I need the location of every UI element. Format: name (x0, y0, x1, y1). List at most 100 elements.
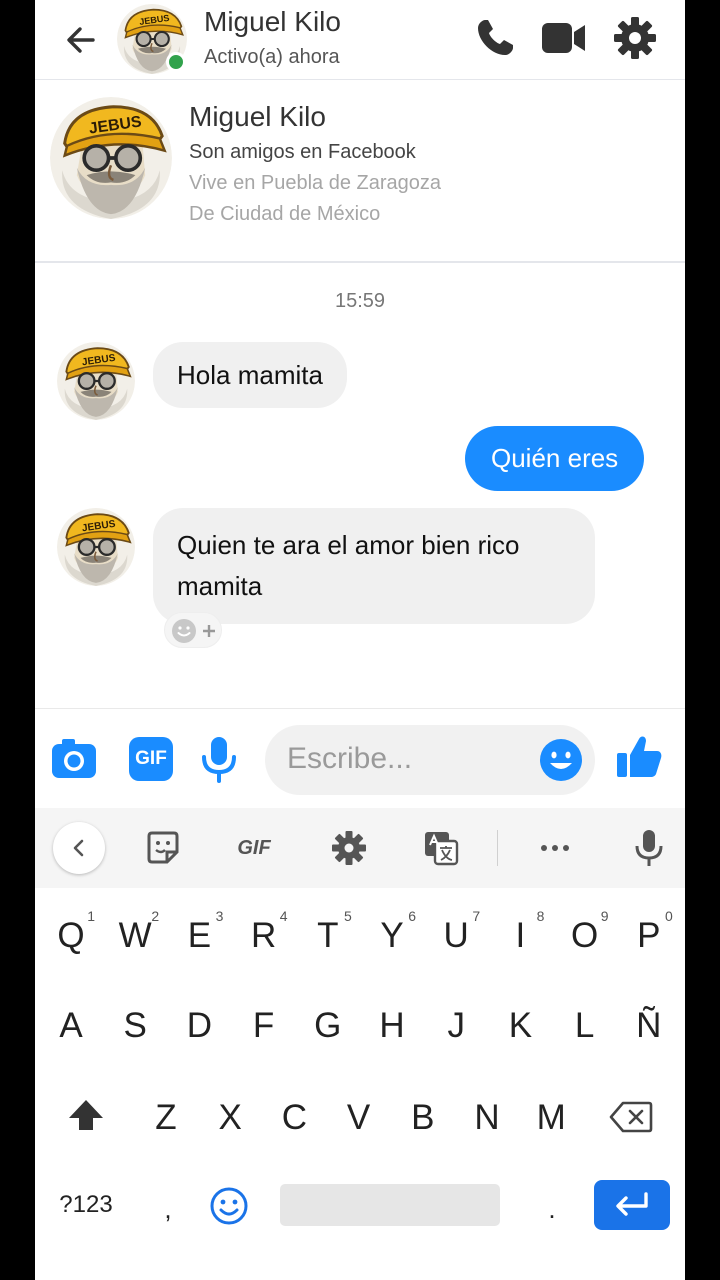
key-label: U (443, 916, 469, 955)
key-label: T (317, 916, 339, 955)
add-reaction-button[interactable] (164, 612, 222, 648)
key-n[interactable]: N (455, 1078, 519, 1158)
key-z[interactable]: Z (134, 1078, 198, 1158)
shift-icon[interactable] (65, 1096, 107, 1136)
incoming-message[interactable]: Hola mamita (153, 342, 347, 408)
translate-icon[interactable] (421, 828, 461, 868)
key-e[interactable]: E3 (167, 896, 231, 976)
key-q[interactable]: Q1 (39, 896, 103, 976)
contact-status: Activo(a) ahora (204, 46, 340, 68)
key-label: P (637, 916, 661, 955)
profile-card: JEBUS Miguel Kilo Son amigos en Facebook… (35, 81, 685, 263)
profile-from: De Ciudad de México (189, 203, 381, 225)
gif-icon[interactable]: GIF (129, 737, 173, 781)
microphone-icon[interactable] (195, 735, 243, 783)
key-label: I (515, 916, 526, 955)
profile-avatar[interactable]: JEBUS (50, 97, 172, 219)
message-input[interactable] (287, 739, 527, 779)
key-k[interactable]: K (488, 986, 552, 1066)
key-l[interactable]: L (553, 986, 617, 1066)
messenger-screen: JEBUS Miguel Kilo Activo(a) ahora JEBUS … (35, 0, 685, 1280)
key-w[interactable]: W2 (103, 896, 167, 976)
key-s[interactable]: S (103, 986, 167, 1066)
emoji-icon[interactable] (539, 738, 583, 782)
key-c[interactable]: C (262, 1078, 326, 1158)
key-d[interactable]: D (167, 986, 231, 1066)
toolbar-divider (497, 830, 498, 866)
key-hint-number: 5 (344, 908, 352, 924)
key-i[interactable]: I8 (488, 896, 552, 976)
key-f[interactable]: F (232, 986, 296, 1066)
key-x[interactable]: X (198, 1078, 262, 1158)
key-label: W (118, 916, 152, 955)
key-b[interactable]: B (391, 1078, 455, 1158)
online-indicator (166, 52, 186, 72)
profile-lives: Vive en Puebla de Zaragoza (189, 172, 442, 194)
space-key[interactable] (280, 1184, 500, 1226)
key-y[interactable]: Y6 (360, 896, 424, 976)
key-h[interactable]: H (360, 986, 424, 1066)
thumbs-up-icon[interactable] (615, 733, 663, 781)
keyboard-toolbar: GIF (35, 808, 685, 888)
key-label: E (187, 916, 212, 955)
phone-icon[interactable] (471, 14, 519, 62)
key-r[interactable]: R4 (232, 896, 296, 976)
key-hint-number: 4 (279, 908, 288, 924)
enter-key[interactable] (594, 1180, 670, 1230)
keyboard: G I F Q 1 W 2 E 3 R 4 T 5 Y 6 U 7 I 8 O 9 … (35, 808, 685, 1280)
message-avatar[interactable]: JEBUS (57, 508, 135, 586)
back-arrow-icon[interactable] (61, 20, 101, 60)
video-camera-icon[interactable] (539, 14, 587, 62)
key-hint-number: 6 (408, 908, 416, 924)
comma-key[interactable]: , (153, 1188, 183, 1230)
symbols-key[interactable]: ?123 (47, 1184, 125, 1226)
keyboard-mic-icon[interactable] (629, 828, 669, 868)
keyboard-gif-button[interactable]: GIF (229, 828, 279, 868)
keyboard-settings-icon[interactable] (329, 828, 369, 868)
outgoing-message[interactable]: Quién eres (465, 426, 645, 491)
profile-friends: Son amigos en Facebook (189, 141, 416, 163)
keyboard-emoji-icon[interactable] (209, 1186, 249, 1226)
key-j[interactable]: J (424, 986, 488, 1066)
key-g[interactable]: G (296, 986, 360, 1066)
key-label: O (570, 916, 599, 955)
keyboard-back-button[interactable] (53, 822, 105, 874)
key-o[interactable]: O9 (553, 896, 617, 976)
key-v[interactable]: V (327, 1078, 391, 1158)
key-ñ[interactable]: Ñ (617, 986, 681, 1066)
avatar-illustration: JEBUS (57, 342, 135, 420)
key-hint-number: 9 (600, 908, 609, 924)
incoming-message[interactable]: Quien te ara el amor bien rico mamita (153, 508, 595, 624)
chevron-left-icon (73, 839, 84, 857)
key-u[interactable]: U7 (424, 896, 488, 976)
key-hint-number: 1 (87, 908, 95, 924)
key-m[interactable]: M (519, 1078, 583, 1158)
period-key[interactable]: . (537, 1188, 567, 1230)
key-label: Q (57, 916, 85, 955)
key-hint-number: 7 (472, 908, 481, 924)
key-label: R (250, 916, 277, 955)
gear-icon[interactable] (611, 14, 659, 62)
camera-icon[interactable] (50, 735, 98, 783)
more-icon[interactable] (535, 828, 575, 868)
key-p[interactable]: P0 (617, 896, 681, 976)
key-label: Y (380, 916, 404, 955)
key-t[interactable]: T5 (296, 896, 360, 976)
smiley-icon (172, 619, 196, 643)
message-composer: GIF (35, 708, 685, 808)
backspace-icon[interactable] (609, 1100, 653, 1134)
profile-name: Miguel Kilo (189, 101, 326, 132)
key-hint-number: 2 (151, 908, 160, 924)
key-a[interactable]: A (39, 986, 103, 1066)
plus-icon (203, 625, 215, 637)
message-input-box[interactable] (265, 725, 595, 795)
chat-header: JEBUS Miguel Kilo Activo(a) ahora (35, 0, 685, 80)
avatar-illustration: JEBUS (50, 97, 172, 219)
sticker-icon[interactable] (143, 828, 183, 868)
key-hint-number: 0 (665, 908, 673, 924)
key-hint-number: 8 (536, 908, 545, 924)
contact-name[interactable]: Miguel Kilo (204, 6, 341, 38)
avatar-illustration: JEBUS (57, 508, 135, 586)
message-avatar[interactable]: JEBUS (57, 342, 135, 420)
key-hint-number: 3 (215, 908, 224, 924)
